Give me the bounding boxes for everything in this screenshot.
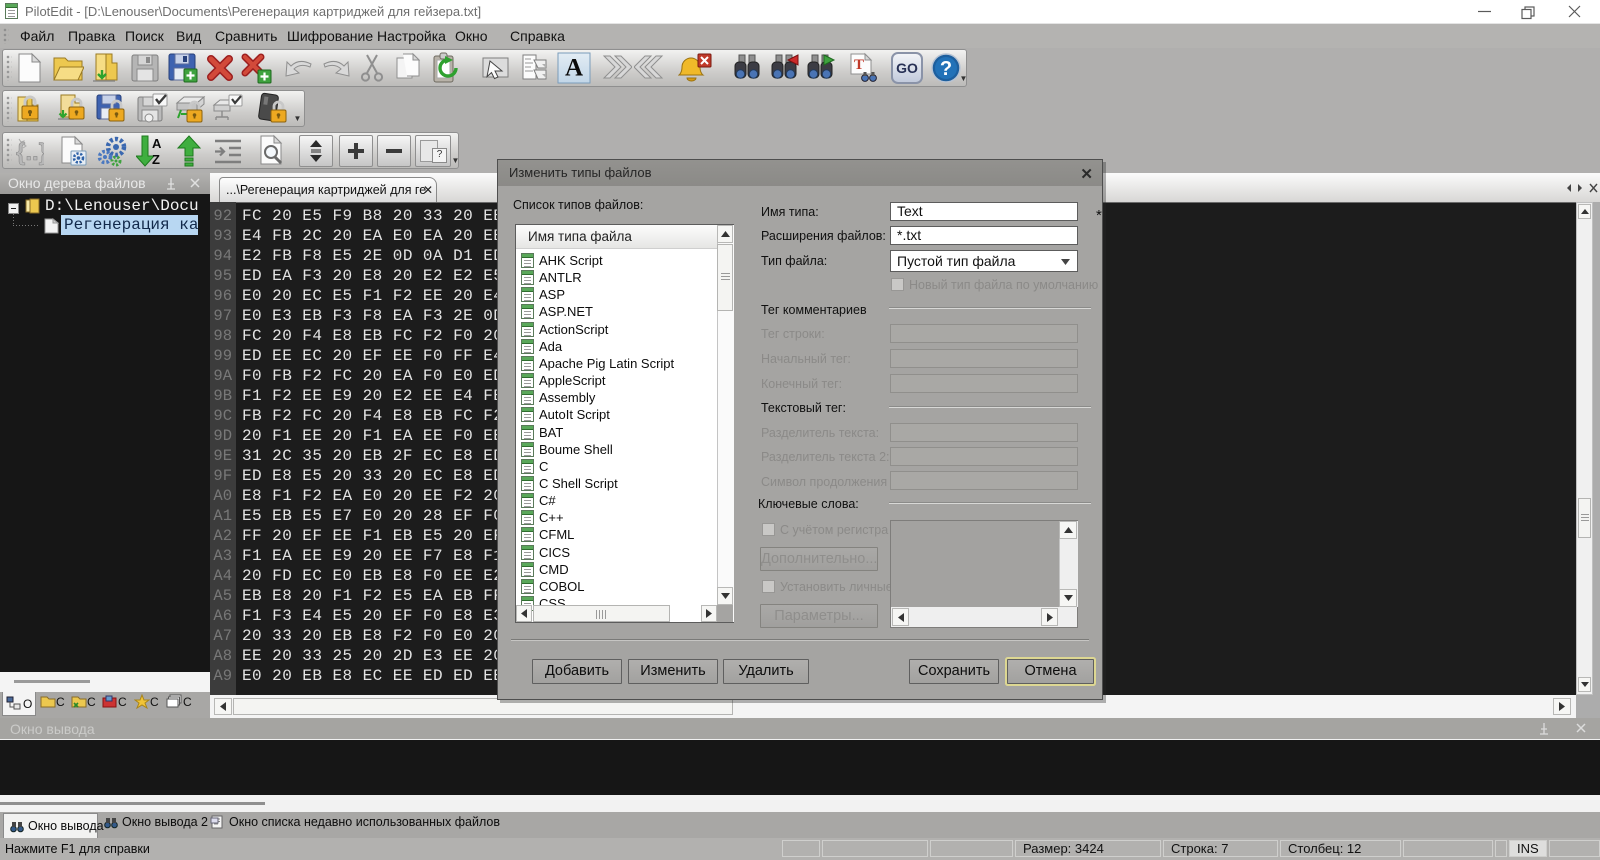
- svg-text:T: T: [854, 57, 864, 73]
- svg-text:?: ?: [940, 58, 952, 80]
- svg-text:{..}: {..}: [16, 139, 44, 166]
- svg-text:Z: Z: [152, 152, 160, 167]
- svg-text:A: A: [152, 136, 162, 151]
